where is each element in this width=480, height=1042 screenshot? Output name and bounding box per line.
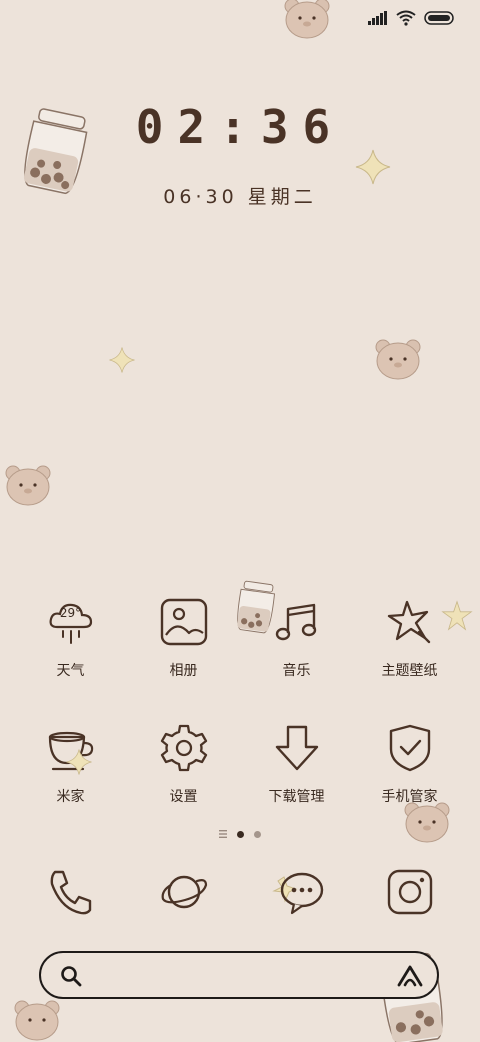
clock-date: 06·30 星期二 [163,186,317,208]
dock-messages[interactable] [268,862,328,922]
app-label: 手机管家 [381,789,438,805]
camera-icon [387,869,433,915]
sparkle-star-icon [65,749,92,775]
star-icon [387,600,430,644]
sparkle-star-icon [109,347,135,373]
app-gallery[interactable]: 相册 [127,592,240,680]
download-arrow-icon [275,725,318,771]
bear-sticker-icon [14,1000,60,1041]
music-note-icon [275,603,316,641]
app-downloads[interactable]: 下载管理 [240,718,353,806]
app-music[interactable]: 音乐 [240,592,353,680]
page-dot[interactable] [254,830,261,838]
app-label: 天气 [56,663,85,679]
clock-time: 02:36 [135,100,345,154]
bear-sticker-icon [375,339,421,380]
status-bar [368,10,454,26]
dock-camera[interactable] [380,862,440,922]
app-label: 设置 [169,789,198,805]
assistant-logo-icon[interactable] [396,964,424,988]
app-label: 相册 [169,663,198,679]
message-bubble-icon [272,872,324,915]
page-dot-active[interactable] [237,830,244,838]
menu-lines-icon [219,830,227,838]
app-label: 米家 [56,789,85,805]
battery-icon [424,11,454,25]
dock-phone[interactable] [40,862,100,922]
weather-temp: 29° [59,606,82,620]
bear-sticker-icon [5,465,51,506]
page-indicator[interactable] [0,830,480,838]
dock-browser[interactable] [154,862,214,922]
wifi-icon [396,10,416,26]
shield-icon [389,724,430,772]
app-mijia[interactable]: 米家 [14,718,127,806]
planet-icon [161,875,208,909]
app-weather[interactable]: 29° 天气 [14,592,127,680]
app-themes[interactable]: 主题壁纸 [353,592,466,680]
app-label: 主题壁纸 [381,663,438,679]
phone-icon [50,870,92,915]
app-label: 下载管理 [268,789,325,805]
search-icon [61,966,82,987]
app-security[interactable]: 手机管家 [353,718,466,806]
search-bar[interactable] [39,951,439,999]
app-label: 音乐 [282,663,311,679]
bear-sticker-icon [284,0,330,39]
gallery-icon [160,598,207,646]
signal-icon [368,11,387,25]
app-settings[interactable]: 设置 [127,718,240,806]
gear-icon [160,724,207,772]
